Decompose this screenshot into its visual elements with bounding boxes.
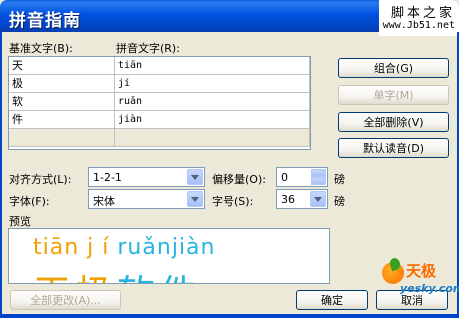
logo: 天极 yesky.com [378,256,459,306]
alignment-value: 1-2-1 [93,171,122,184]
alignment-select[interactable]: 1-2-1 [88,167,205,187]
base-text-header: 基准文字(B): [9,42,73,55]
preview-pinyin-syllable: jiàn [171,235,216,260]
group-button[interactable]: 组合(G) [338,58,449,78]
offset-stepper[interactable]: 0 [276,167,328,187]
preview-char: 极 [75,272,117,283]
logo-domain: yesky.com [400,282,459,295]
empty-cell [9,129,115,147]
single-char-button[interactable]: 单字(M) [338,85,449,105]
preview-label: 预览 [9,215,31,228]
alignment-label: 对齐方式(L): [9,173,72,186]
preview-pinyin-syllable: j í [87,235,110,260]
font-value: 宋体 [93,195,115,208]
base-cell[interactable]: 软 [9,93,115,111]
preview-char: 天 [33,272,75,283]
default-reading-button[interactable]: 默认读音(D) [338,138,449,158]
preview-pinyin-syllable: tiān [33,235,80,260]
preview-char: 件 [159,272,201,283]
preview-pinyin-syllable: ruǎn [117,235,172,260]
offset-unit: 磅 [334,173,345,186]
base-cell[interactable]: 件 [9,111,115,129]
chevron-down-icon[interactable] [310,191,326,207]
preview-characters: 天极软件 [33,263,201,283]
chevron-down-icon[interactable] [187,169,203,185]
window-title: 拼音指南 [9,11,81,31]
base-cell[interactable]: 天 [9,57,115,75]
pinyin-cell[interactable]: tiān [115,57,310,75]
change-all-button[interactable]: 全部更改(A)... [10,290,121,310]
preview-pinyin: tiān j í ruǎnjiàn [33,235,215,260]
offset-label: 偏移量(O): [212,173,266,186]
offset-value: 0 [281,171,288,184]
ok-button[interactable]: 确定 [296,290,368,310]
pinyin-text-header: 拼音文字(R): [116,42,180,55]
size-value: 36 [281,193,295,206]
pinyin-grid: 天 tiān 极 jí 软 ruǎn 件 jiàn [8,56,311,150]
logo-text: 天极 [406,262,437,280]
spin-buttons[interactable] [311,169,326,185]
watermark-line2: www.Jb51.net [382,20,455,31]
font-label: 字体(F): [9,195,50,208]
preview-box: tiān j í ruǎnjiàn 天极软件 [8,228,330,284]
size-label: 字号(S): [212,195,254,208]
size-unit: 磅 [334,195,345,208]
pinyin-cell[interactable]: jí [115,75,310,93]
size-select[interactable]: 36 [276,189,328,209]
watermark-line1: 脚本之家 [390,6,455,21]
chevron-down-icon[interactable] [187,191,203,207]
pinyin-cell[interactable]: ruǎn [115,93,310,111]
font-select[interactable]: 宋体 [88,189,205,209]
preview-char: 软 [117,272,159,283]
base-cell[interactable]: 极 [9,75,115,93]
clear-all-button[interactable]: 全部删除(V) [338,112,449,132]
pinyin-cell[interactable]: jiàn [115,111,310,129]
empty-cell [115,129,310,147]
watermark: 脚本之家 www.Jb51.net [379,0,459,36]
